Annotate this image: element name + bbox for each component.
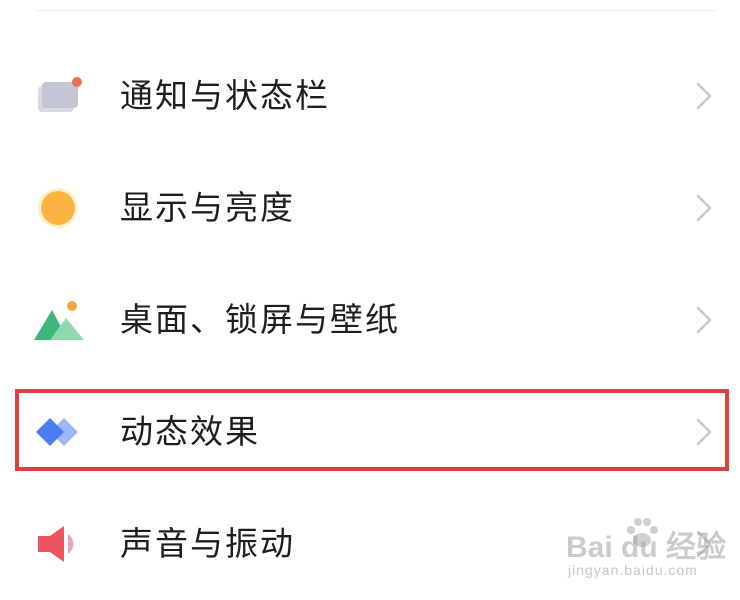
settings-item-dynamic-effects[interactable]: 动态效果 [0,376,740,488]
chevron-right-icon [696,194,712,222]
settings-item-notifications[interactable]: 通知与状态栏 [0,40,740,152]
dynamic-effects-icon [36,418,78,446]
wallpaper-icon [34,301,84,340]
watermark-url: jingyan.baidu.com [568,562,698,578]
sound-vibration-icon [38,526,74,562]
notification-statusbar-icon [38,77,82,112]
settings-item-label: 动态效果 [120,412,260,451]
display-brightness-icon [38,188,78,228]
settings-item-label: 通知与状态栏 [120,76,330,115]
chevron-right-icon [696,418,712,446]
chevron-right-icon [696,306,712,334]
chevron-right-icon [696,82,712,110]
settings-screen: 通知与状态栏 显示与亮度 桌面、锁屏与壁纸 动态效果 声音与振动 Bai du … [0,0,740,600]
baidu-watermark: Bai du 经验 jingyan.baidu.com [566,518,726,588]
top-divider [36,10,716,11]
settings-item-wallpaper[interactable]: 桌面、锁屏与壁纸 [0,264,740,376]
settings-item-label: 声音与振动 [120,524,295,563]
paw-icon [627,518,658,547]
settings-item-display[interactable]: 显示与亮度 [0,152,740,264]
settings-item-label: 显示与亮度 [120,188,295,227]
settings-item-label: 桌面、锁屏与壁纸 [120,300,400,339]
